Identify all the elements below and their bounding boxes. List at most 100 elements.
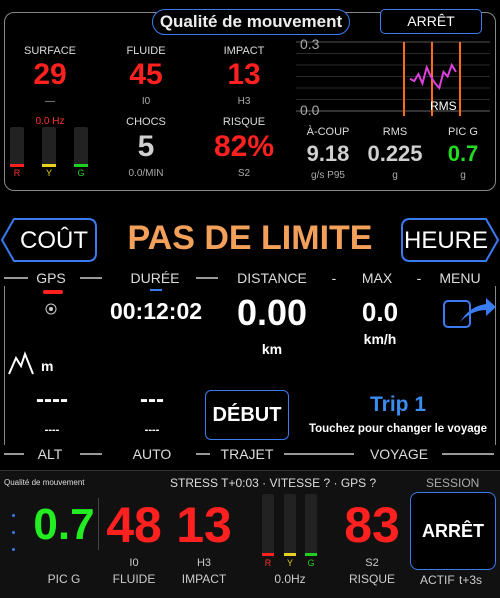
trip-change-hint[interactable]: Touchez pour changer le voyage xyxy=(300,423,496,435)
divider-line xyxy=(284,453,354,455)
footer-meter-yellow-label: Y xyxy=(286,558,293,568)
meter-yellow xyxy=(42,127,56,167)
footer-fluide-value: 48 xyxy=(106,497,162,553)
page-dot xyxy=(12,531,15,534)
start-trip-button[interactable]: DÉBUT xyxy=(205,390,289,440)
footer-frequency: 0.0Hz xyxy=(274,572,306,586)
footer-stop-button[interactable]: ARRÊT xyxy=(410,492,496,570)
footer-risque-sub: S2 xyxy=(365,557,379,569)
risque-sub: S2 xyxy=(237,168,251,179)
fluide-sub: I0 xyxy=(141,96,151,107)
elevation-icon xyxy=(8,351,34,375)
meter-red xyxy=(10,127,24,167)
footer-pic-g-value: 0.7 xyxy=(33,500,95,549)
footer-pic-g-label: PIC G xyxy=(47,572,81,586)
acoup-value: 9.18 xyxy=(306,141,350,166)
share-icon-box xyxy=(443,300,471,328)
surface-label: SURFACE xyxy=(24,45,76,57)
footer-impact-sub: H3 xyxy=(196,557,212,569)
divider-line xyxy=(196,277,218,279)
pic-g-unit: g xyxy=(460,170,466,181)
tab-auto[interactable]: AUTO xyxy=(124,446,180,462)
chocs-value: 5 xyxy=(137,130,155,163)
tab-duree[interactable]: DURÉE xyxy=(120,270,190,286)
alt-sub: ---- xyxy=(44,424,60,436)
page-dot xyxy=(12,514,15,517)
footer-meter-red-label: R xyxy=(264,558,272,568)
divider-line xyxy=(80,453,102,455)
chart-series-label: RMS xyxy=(430,99,457,113)
footer-meter-green-label: G xyxy=(307,558,315,568)
panel-title[interactable]: Qualité de mouvement xyxy=(152,9,350,35)
surface-frequency: 0.0 Hz xyxy=(35,116,65,127)
pic-g-value: 0.7 xyxy=(447,141,479,166)
footer-status: STRESS T+0:03 · VITESSE ? · GPS ? xyxy=(170,476,377,490)
tab-trajet[interactable]: TRAJET xyxy=(214,446,280,462)
tab-gps[interactable]: GPS xyxy=(28,270,74,286)
impact-sub: H3 xyxy=(237,96,251,107)
tab-alt[interactable]: ALT xyxy=(30,446,70,462)
footer-title: Qualité de mouvement xyxy=(4,478,85,487)
divider-line xyxy=(80,277,102,279)
tab-menu[interactable]: MENU xyxy=(430,270,490,286)
footer-meter-red xyxy=(262,494,274,556)
impact-label: IMPACT xyxy=(223,45,265,57)
footer-fluide-label: FLUIDE xyxy=(112,572,156,586)
alt-value: ---- xyxy=(36,386,68,413)
surface-sub: — xyxy=(45,96,55,107)
acoup-unit: g/s P95 xyxy=(311,170,345,181)
chart-tick-top: 0.3 xyxy=(300,36,320,52)
stop-button-top[interactable]: ARRÊT xyxy=(380,9,482,34)
fluide-label: FLUIDE xyxy=(126,45,166,57)
footer-impact-value: 13 xyxy=(176,497,232,553)
chocs-label: CHOCS xyxy=(126,116,166,128)
trip-duration: 00:12:02 xyxy=(109,298,203,324)
divider-line xyxy=(196,453,210,455)
page-dot xyxy=(12,548,15,551)
tab-separator: - xyxy=(416,270,422,286)
acoup-label: À-COUP xyxy=(306,126,350,138)
footer-impact-label: IMPACT xyxy=(181,572,227,586)
footer-session[interactable]: SESSION xyxy=(426,476,479,490)
tab-distance[interactable]: DISTANCE xyxy=(222,270,322,286)
auto-sub: ---- xyxy=(144,424,160,436)
footer-active-label: ACTIF xyxy=(420,573,455,587)
elevation-unit: m xyxy=(41,358,54,374)
trip-distance: 0.00 xyxy=(236,292,308,333)
meter-yellow-label: Y xyxy=(45,168,52,178)
divider-line xyxy=(442,453,494,455)
divider-line xyxy=(4,277,28,279)
cost-button-label[interactable]: COÛT xyxy=(14,227,94,255)
footer-meter-green xyxy=(305,494,317,556)
share-icon[interactable] xyxy=(442,296,498,332)
speed-unit: km/h xyxy=(363,331,397,347)
gps-locate-icon[interactable] xyxy=(45,303,57,315)
fluide-value: 45 xyxy=(129,58,163,91)
meter-green xyxy=(74,127,88,167)
footer-meter-yellow xyxy=(284,494,296,556)
duree-indicator xyxy=(150,289,162,291)
auto-value: --- xyxy=(140,386,164,413)
pic-g-label: PIC G xyxy=(448,126,478,138)
divider-line xyxy=(4,453,24,455)
rms-label: RMS xyxy=(382,126,408,138)
rms-unit: g xyxy=(392,170,398,181)
gps-indicator xyxy=(43,290,63,294)
max-speed: 0.0 xyxy=(361,297,399,327)
footer-risque-label: RISQUE xyxy=(348,572,395,586)
tab-voyage[interactable]: VOYAGE xyxy=(362,446,436,462)
chocs-rate: 0.0/MIN xyxy=(128,168,164,179)
footer-risque-value: 83 xyxy=(344,497,400,553)
hour-button-label[interactable]: HEURE xyxy=(402,227,490,255)
elevation-icon-path xyxy=(8,351,34,375)
distance-unit: km xyxy=(261,341,283,357)
chart-tick-bottom: 0.0 xyxy=(300,102,320,118)
locate-dot xyxy=(49,307,53,311)
meter-green-label: G xyxy=(77,168,85,178)
trip-name[interactable]: Trip 1 xyxy=(300,393,496,417)
limit-status: PAS DE LIMITE xyxy=(127,219,373,257)
surface-value: 29 xyxy=(33,58,67,91)
tab-max[interactable]: MAX xyxy=(352,270,402,286)
footer-active-time: t+3s xyxy=(459,573,483,587)
risque-value: 82% xyxy=(213,130,275,163)
